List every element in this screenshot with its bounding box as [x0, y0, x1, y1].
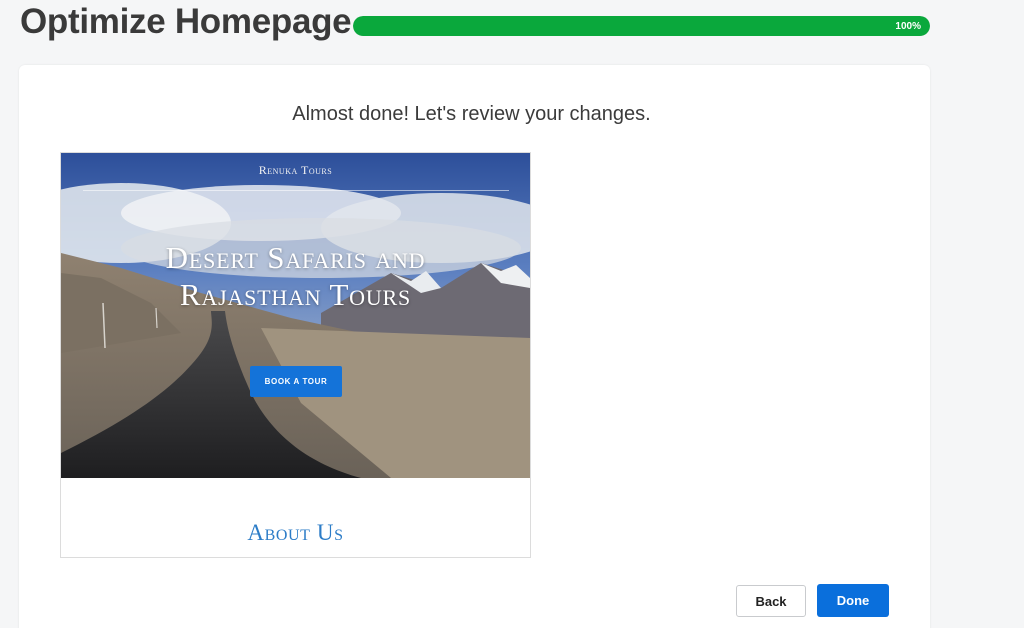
progress-label: 100%: [895, 20, 921, 32]
hero-background-image: [61, 153, 530, 478]
review-subtitle: Almost done! Let's review your changes.: [292, 103, 651, 125]
book-a-tour-button[interactable]: BOOK A TOUR: [250, 366, 342, 397]
progress-bar: 100%: [353, 16, 930, 36]
progress-bar-fill: 100%: [353, 16, 930, 36]
preview-site-name: Renuka Tours: [258, 163, 333, 177]
done-button[interactable]: Done: [817, 584, 889, 617]
page-title: Optimize Homepage: [20, 2, 352, 41]
preview-hero-headline: Desert Safaris and Rajasthan Tours: [165, 240, 426, 312]
hero-section: Renuka Tours Desert Safaris and Rajastha…: [61, 153, 530, 478]
back-button[interactable]: Back: [736, 585, 806, 617]
preview-about-heading: About Us: [247, 520, 344, 545]
homepage-preview: Renuka Tours Desert Safaris and Rajastha…: [60, 152, 531, 558]
review-card: Almost done! Let's review your changes.: [19, 65, 930, 628]
preview-nav-divider: [83, 190, 509, 191]
